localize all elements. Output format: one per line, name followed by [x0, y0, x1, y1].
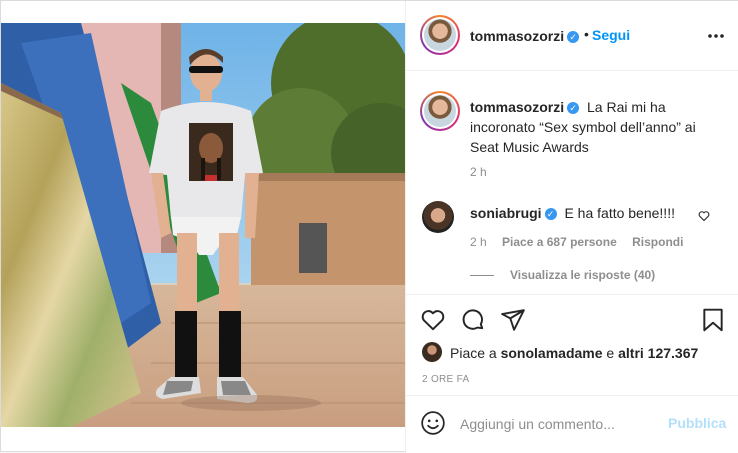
post-actions	[406, 301, 738, 341]
post-header: tommasozorzi ✓ • Segui	[406, 1, 738, 71]
comment-meta: 2 h Piace a 687 persone Rispondi	[470, 235, 695, 249]
verified-badge-icon: ✓	[544, 208, 557, 221]
verified-badge-icon: ✓	[567, 102, 580, 115]
caption-username[interactable]: tommasozorzi ✓	[470, 99, 580, 115]
likes-others-count[interactable]: altri 127.367	[618, 345, 698, 361]
instagram-post: tommasozorzi ✓ • Segui tommasozorzi ✓ La R…	[0, 0, 738, 453]
bookmark-icon[interactable]	[700, 307, 726, 333]
liker-username[interactable]: sonolamadame	[501, 345, 603, 361]
comment-likes-count[interactable]: Piace a 687 persone	[502, 235, 617, 249]
liker-avatar[interactable]	[422, 342, 442, 362]
replies-divider	[470, 275, 494, 277]
comment: soniabrugi ✓ E ha fatto bene!!!!	[470, 205, 675, 221]
add-comment-bar: Pubblica	[406, 395, 738, 453]
reply-button[interactable]: Rispondi	[632, 235, 683, 249]
likes-text[interactable]: Piace a sonolamadame e altri 127.367	[450, 345, 698, 361]
heart-icon[interactable]	[420, 307, 446, 333]
author-avatar[interactable]	[420, 15, 460, 55]
more-options-icon[interactable]	[706, 26, 726, 46]
post-side-panel: tommasozorzi ✓ • Segui tommasozorzi ✓ La R…	[405, 1, 738, 453]
comment-text: E ha fatto bene!!!!	[564, 205, 675, 221]
post-photo[interactable]	[1, 23, 405, 427]
caption: tommasozorzi ✓ La Rai mi ha incoronato “S…	[470, 97, 726, 157]
emoji-icon[interactable]	[420, 410, 446, 436]
comment-time: 2 h	[470, 235, 487, 249]
header-separator: •	[584, 26, 589, 42]
publish-button[interactable]: Pubblica	[668, 415, 726, 431]
comment-username[interactable]: soniabrugi ✓	[470, 205, 557, 221]
comments-section: tommasozorzi ✓ La Rai mi ha incoronato “S…	[406, 71, 738, 295]
comment-like-heart-icon[interactable]	[698, 209, 712, 223]
author-username[interactable]: tommasozorzi ✓	[470, 28, 580, 44]
view-replies-button[interactable]: Visualizza le risposte (40)	[470, 268, 655, 282]
follow-button[interactable]: Segui	[592, 27, 630, 43]
comment-avatar[interactable]	[422, 201, 454, 233]
share-icon[interactable]	[500, 307, 526, 333]
comment-icon[interactable]	[460, 307, 486, 333]
verified-badge-icon: ✓	[567, 31, 580, 44]
comment-input[interactable]	[460, 412, 660, 436]
caption-avatar[interactable]	[420, 91, 460, 131]
caption-time: 2 h	[470, 165, 487, 179]
post-time[interactable]: 2 ORE FA	[422, 374, 469, 385]
